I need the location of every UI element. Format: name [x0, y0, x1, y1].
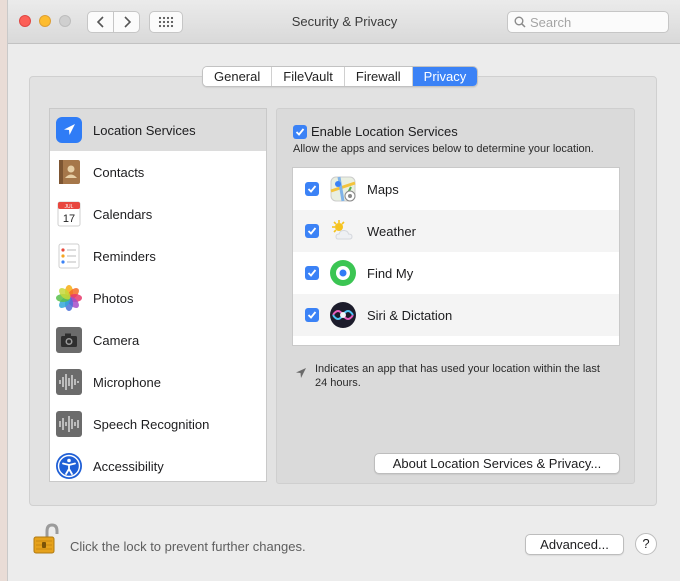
- microphone-waveform-icon: [55, 368, 83, 396]
- app-checkbox-maps[interactable]: [305, 182, 319, 196]
- camera-icon: [55, 326, 83, 354]
- sidebar-item-label: Location Services: [93, 122, 196, 138]
- list-item: Weather: [293, 210, 619, 252]
- speech-waveform-icon: [55, 410, 83, 438]
- sidebar-item-contacts[interactable]: Contacts: [50, 151, 266, 193]
- grid-icon: [158, 16, 174, 28]
- security-privacy-window: Security & Privacy General FileVault Fir…: [7, 0, 680, 581]
- about-location-services-button[interactable]: About Location Services & Privacy...: [374, 453, 620, 474]
- chevron-right-icon: [123, 16, 131, 28]
- location-services-panel: Enable Location Services Allow the apps …: [276, 108, 635, 484]
- help-button[interactable]: ?: [635, 533, 657, 555]
- sidebar-item-label: Camera: [93, 332, 140, 348]
- list-item: Siri & Dictation: [293, 294, 619, 336]
- sidebar-item-label: Calendars: [93, 206, 153, 222]
- tab-bar: General FileVault Firewall Privacy: [202, 66, 479, 87]
- chevron-left-icon: [96, 16, 104, 28]
- tab-general[interactable]: General: [203, 67, 273, 86]
- tab-firewall[interactable]: Firewall: [344, 67, 413, 86]
- sidebar-item-camera[interactable]: Camera: [50, 319, 266, 361]
- sidebar-item-location-services[interactable]: Location Services: [50, 109, 266, 151]
- privacy-category-list: Location Services Contacts JUL 17 Calenda…: [49, 108, 267, 482]
- photos-flower-icon: [55, 284, 83, 312]
- location-arrow-small-icon: [296, 368, 306, 378]
- back-button[interactable]: [87, 11, 114, 33]
- title-bar: Security & Privacy: [8, 0, 680, 44]
- enable-location-services-label: Enable Location Services: [311, 124, 458, 139]
- app-label: Weather: [367, 223, 416, 239]
- find-my-icon: [329, 259, 357, 287]
- siri-icon: [329, 301, 357, 329]
- sidebar-item-label: Contacts: [93, 164, 145, 180]
- search-field[interactable]: [507, 11, 669, 33]
- accessibility-person-icon: [55, 452, 83, 480]
- app-label: Maps: [367, 181, 399, 197]
- close-window-button[interactable]: [19, 15, 31, 27]
- sidebar-item-calendars[interactable]: JUL 17 Calendars: [50, 193, 266, 235]
- sidebar-item-accessibility[interactable]: Accessibility: [50, 445, 266, 481]
- lock-button[interactable]: [30, 522, 60, 559]
- search-icon: [514, 16, 526, 28]
- sidebar-item-label: Accessibility: [93, 458, 164, 474]
- location-note-text: Indicates an app that has used your loca…: [315, 363, 600, 389]
- app-checkbox-siri[interactable]: [305, 308, 319, 322]
- calendar-icon: JUL 17: [55, 200, 83, 228]
- show-all-button[interactable]: [149, 11, 183, 33]
- location-arrow-icon: [55, 116, 83, 144]
- app-checkbox-find-my[interactable]: [305, 266, 319, 280]
- checkbox-checked-icon[interactable]: [293, 124, 307, 139]
- reminders-list-icon: [55, 242, 83, 270]
- app-label: Siri & Dictation: [367, 307, 453, 323]
- svg-text:JUL: JUL: [65, 204, 74, 210]
- tab-privacy[interactable]: Privacy: [412, 67, 478, 86]
- advanced-button[interactable]: Advanced...: [525, 534, 624, 555]
- list-item: [293, 336, 619, 345]
- sidebar-item-label: Reminders: [93, 248, 156, 264]
- sidebar-item-reminders[interactable]: Reminders: [50, 235, 266, 277]
- maps-icon: [329, 175, 357, 203]
- app-checkbox-weather[interactable]: [305, 224, 319, 238]
- location-description: Allow the apps and services below to det…: [293, 143, 594, 155]
- minimize-window-button[interactable]: [39, 15, 51, 27]
- sidebar-item-speech-recognition[interactable]: Speech Recognition: [50, 403, 266, 445]
- location-app-list: Maps Weather Find My Siri & Dictation: [292, 167, 620, 346]
- list-item: Find My: [293, 252, 619, 294]
- unlocked-padlock-icon: [33, 523, 59, 554]
- sidebar-item-label: Speech Recognition: [93, 416, 210, 432]
- contacts-book-icon: [55, 158, 83, 186]
- sidebar-item-photos[interactable]: Photos: [50, 277, 266, 319]
- sidebar-item-microphone[interactable]: Microphone: [50, 361, 266, 403]
- tab-filevault[interactable]: FileVault: [272, 67, 345, 86]
- forward-button[interactable]: [113, 11, 140, 33]
- lock-status-text: Click the lock to prevent further change…: [70, 539, 306, 554]
- svg-text:17: 17: [63, 213, 75, 225]
- app-label: Find My: [367, 265, 414, 281]
- location-usage-note: Indicates an app that has used your loca…: [295, 362, 615, 390]
- search-input[interactable]: [530, 14, 660, 30]
- enable-location-services-checkbox[interactable]: Enable Location Services: [293, 124, 458, 139]
- weather-sun-cloud-icon: [329, 217, 357, 245]
- zoom-window-button[interactable]: [59, 15, 71, 27]
- sidebar-item-label: Microphone: [93, 374, 161, 390]
- sidebar-item-label: Photos: [93, 290, 134, 306]
- list-item: Maps: [293, 168, 619, 210]
